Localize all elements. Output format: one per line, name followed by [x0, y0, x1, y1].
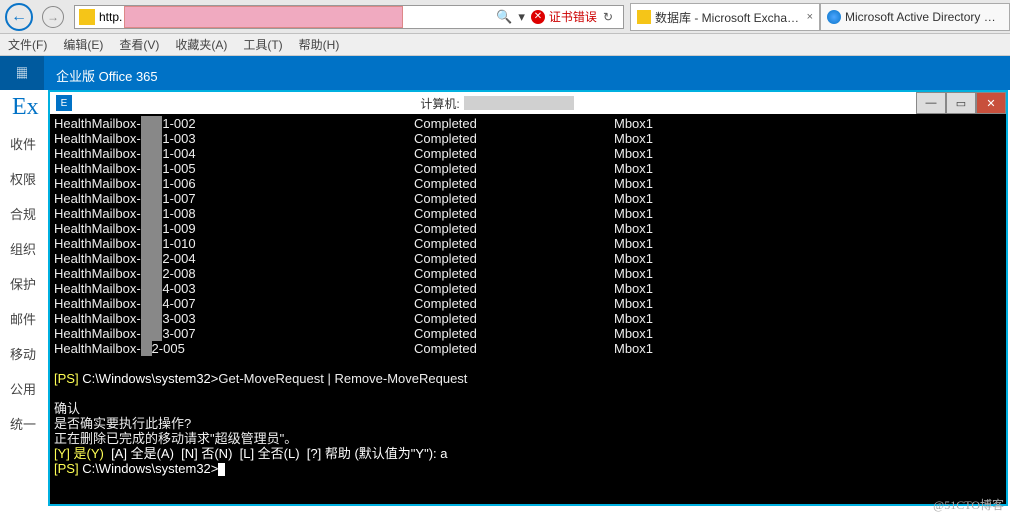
tab-ad[interactable]: Microsoft Active Directory …: [820, 3, 1010, 31]
window-titlebar[interactable]: E 计算机: — ▭ ✕: [50, 92, 1006, 114]
menu-help[interactable]: 帮助(H): [299, 36, 340, 53]
site-icon: [79, 9, 95, 25]
sidebar-item[interactable]: 收件: [0, 126, 48, 161]
tab-close-icon[interactable]: ×: [807, 11, 813, 23]
address-bar[interactable]: http. 🔍▾ ✕ 证书错误 ↻: [74, 5, 624, 29]
tab-icon: [827, 10, 841, 24]
cert-error-badge[interactable]: ✕ 证书错误: [531, 8, 597, 25]
cert-error-label: 证书错误: [549, 8, 597, 25]
close-button[interactable]: ✕: [976, 92, 1006, 114]
o365-brand: 企业版 Office 365: [56, 66, 158, 85]
sidebar-item[interactable]: 组织: [0, 231, 48, 266]
sidebar-item[interactable]: 合规: [0, 196, 48, 231]
menu-tools[interactable]: 工具(T): [243, 36, 282, 53]
sidebar-item[interactable]: 移动: [0, 336, 48, 371]
exchange-logo: Ex: [0, 94, 48, 126]
o365-header: 𝄜 企业版 Office 365: [0, 56, 1010, 94]
menu-file[interactable]: 文件(F): [8, 36, 47, 53]
exchange-sidebar: Ex 收件 权限 合规 组织 保护 邮件 移动 公用 统一: [0, 90, 48, 515]
back-button[interactable]: ←: [4, 2, 34, 32]
address-text: http.: [99, 10, 122, 24]
forward-button[interactable]: →: [38, 2, 68, 32]
minimize-button[interactable]: —: [916, 92, 946, 114]
window-title: 计算机:: [420, 95, 459, 112]
app-launcher-icon[interactable]: 𝄜: [0, 56, 44, 94]
maximize-button[interactable]: ▭: [946, 92, 976, 114]
sidebar-item[interactable]: 公用: [0, 371, 48, 406]
menu-edit[interactable]: 编辑(E): [63, 36, 103, 53]
tab-label: 数据库 - Microsoft Excha…: [655, 9, 799, 26]
sidebar-item[interactable]: 权限: [0, 161, 48, 196]
sidebar-item[interactable]: 统一: [0, 406, 48, 441]
sidebar-item[interactable]: 邮件: [0, 301, 48, 336]
exchange-shell-icon: E: [56, 95, 72, 111]
title-redacted: [464, 96, 574, 110]
tab-label: Microsoft Active Directory …: [845, 10, 996, 24]
ie-toolbar: ← → http. 🔍▾ ✕ 证书错误 ↻ 数据库 - Microsoft Ex…: [0, 0, 1010, 34]
sidebar-item[interactable]: 保护: [0, 266, 48, 301]
search-icon[interactable]: 🔍: [496, 9, 512, 25]
refresh-icon[interactable]: ↻: [603, 10, 613, 24]
tab-icon: [637, 10, 651, 24]
cert-error-icon: ✕: [531, 10, 545, 24]
address-redacted: [124, 6, 403, 28]
browser-tabs: 数据库 - Microsoft Excha… × Microsoft Activ…: [630, 0, 1010, 33]
watermark: @51CTO博客: [933, 496, 1004, 513]
menu-favorites[interactable]: 收藏夹(A): [175, 36, 227, 53]
menu-view[interactable]: 查看(V): [119, 36, 159, 53]
tab-database[interactable]: 数据库 - Microsoft Excha… ×: [630, 3, 820, 31]
ie-menu-bar: 文件(F) 编辑(E) 查看(V) 收藏夹(A) 工具(T) 帮助(H): [0, 34, 1010, 56]
terminal-output[interactable]: HealthMailbox- 1-002CompletedMbox1Health…: [50, 114, 1006, 504]
powershell-window: E 计算机: — ▭ ✕ HealthMailbox- 1-002Complet…: [48, 90, 1008, 506]
